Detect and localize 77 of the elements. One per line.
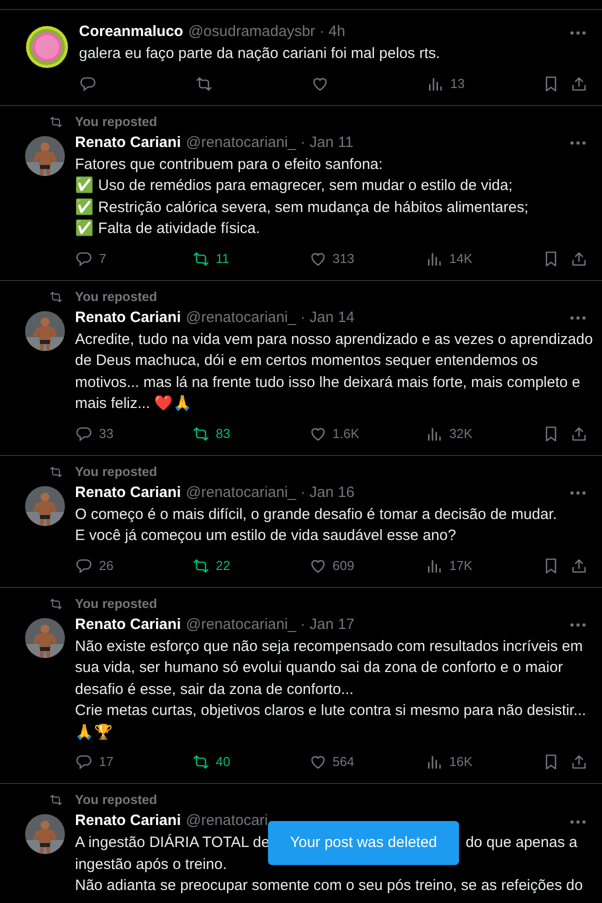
speech-bubble-icon — [75, 753, 93, 771]
repost-icon — [49, 464, 63, 478]
repost-button[interactable]: 83 — [192, 424, 230, 444]
post-text: O começo é o mais difícil, o grande desafio é tomar a decisão de mudar. E você já começou um estilo de vida saudável esse ano? — [75, 504, 558, 546]
share-button[interactable] — [570, 556, 588, 574]
views-button[interactable]: 32K — [425, 424, 472, 444]
post-meta: @osudramadaysbr · 4h — [188, 22, 346, 42]
repost-icon — [49, 793, 63, 807]
more-icon[interactable] — [570, 491, 586, 495]
repost-icon — [192, 250, 210, 268]
repost-icon — [194, 74, 213, 92]
more-icon[interactable] — [570, 316, 586, 320]
post-text: galera eu faço parte da nação cariani foi mal pelos rts. — [79, 44, 442, 64]
like-button[interactable]: 564 — [308, 752, 354, 772]
more-icon[interactable] — [570, 623, 586, 627]
share-button[interactable] — [570, 250, 588, 268]
speech-bubble-icon — [75, 556, 93, 574]
reply-button[interactable]: 17 — [75, 752, 114, 772]
share-button[interactable] — [570, 424, 588, 442]
post-text: Fatores que contribuem para o efeito sanfona: ✅ Uso de remédios para emagrecer, sem mudar o estilo de vida; ✅ Restrição calórica severa, sem mudança de hábitos alimentares; ✅ Falta de atividade física. — [75, 154, 530, 239]
repost-icon — [192, 753, 210, 771]
repost-label: You reposted — [75, 288, 158, 306]
speech-bubble-icon — [75, 250, 93, 268]
post-meta: @renatocariani_ · Jan 11 — [186, 132, 354, 153]
repost-label: You reposted — [75, 791, 158, 810]
speech-bubble-icon — [79, 74, 97, 92]
share-icon — [570, 424, 588, 442]
repost-button[interactable] — [194, 74, 213, 92]
more-icon[interactable] — [570, 30, 586, 34]
repost-button[interactable]: 40 — [192, 752, 230, 772]
post-meta: @renatocariani_ · Jan 17 — [186, 614, 355, 635]
post-meta: @renatocariani_ · Jan 14 — [186, 308, 355, 328]
reply-button[interactable] — [79, 74, 97, 92]
share-button[interactable] — [570, 753, 588, 771]
views-button[interactable]: 14K — [425, 248, 472, 268]
post-meta: @renatocari — [186, 811, 268, 832]
author-name[interactable]: Coreanmaluco — [79, 21, 184, 44]
repost-icon — [49, 596, 63, 610]
author-name[interactable]: Renato Cariani — [75, 306, 181, 330]
share-icon — [570, 250, 588, 268]
post-text: do que apenas a — [466, 833, 578, 853]
heart-icon — [308, 753, 326, 771]
views-button[interactable]: 16K — [425, 752, 472, 772]
post-meta: @renatocariani_ · Jan 16 — [186, 482, 355, 503]
repost-label: You reposted — [75, 112, 158, 131]
author-name[interactable]: Renato Cariani — [75, 810, 181, 833]
post-text: A ingestão DIÁRIA TOTAL de — [75, 833, 270, 853]
post-text: Acredite, tudo na vida vem para nosso aprendizado e as vezes o aprendizado de Deus machuca, dói e em certos momentos sequer entendemos os motivos... mas lá na frente tudo isso lhe deixará mais forte, mais completo e mais feliz... ❤🙏 — [75, 330, 590, 414]
repost-label: You reposted — [75, 462, 158, 481]
bar-chart-icon — [425, 753, 444, 771]
author-name[interactable]: Renato Cariani — [75, 614, 181, 636]
repost-icon — [192, 556, 210, 574]
post-text: Não existe esforço que não seja recompensado com resultados incríveis em sua vida, ser humano só evolui quando sai da zona de conforto e o maior desafio é esse, sair da zona de conforto... Crie metas curtas, objetivos claros e lute contra si mesmo para não desistir... 🙏🏆 — [75, 636, 588, 742]
reply-button[interactable]: 26 — [75, 556, 114, 576]
share-icon — [570, 556, 588, 574]
repost-icon — [49, 290, 63, 304]
toast-message: Your post was deleted — [268, 821, 459, 865]
views-button[interactable]: 17K — [425, 556, 472, 576]
repost-icon — [192, 424, 210, 442]
repost-label: You reposted — [75, 594, 158, 613]
like-button[interactable]: 313 — [308, 248, 354, 268]
like-button[interactable]: 1.6K — [308, 424, 360, 444]
speech-bubble-icon — [75, 424, 93, 442]
share-icon — [570, 753, 588, 771]
share-icon — [570, 74, 588, 92]
repost-button[interactable]: 11 — [192, 248, 230, 268]
like-button[interactable]: 609 — [308, 556, 354, 576]
reply-button[interactable]: 7 — [75, 248, 106, 268]
author-name[interactable]: Renato Cariani — [75, 132, 181, 154]
repost-button[interactable]: 22 — [192, 556, 230, 576]
author-name[interactable]: Renato Cariani — [75, 482, 181, 504]
views-button[interactable]: 13 — [426, 74, 465, 94]
reply-button[interactable]: 33 — [75, 424, 114, 444]
more-icon[interactable] — [570, 141, 586, 145]
share-button[interactable] — [570, 74, 588, 92]
repost-icon — [49, 114, 63, 128]
more-icon[interactable] — [570, 820, 586, 824]
